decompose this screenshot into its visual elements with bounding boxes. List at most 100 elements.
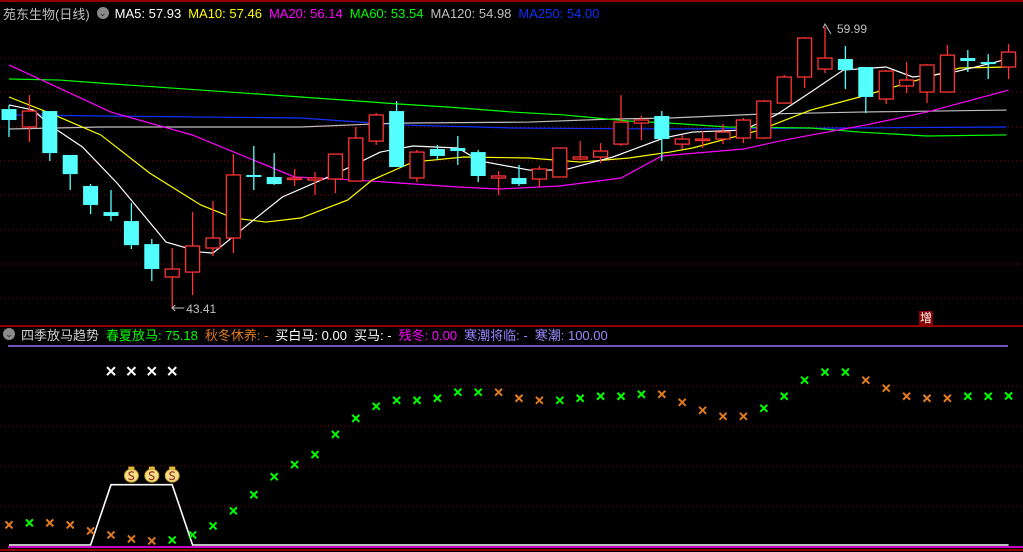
green-x-marker bbox=[25, 518, 34, 528]
candle-body bbox=[531, 168, 548, 180]
orange-x-marker bbox=[657, 390, 667, 399]
green-x-marker bbox=[433, 394, 442, 403]
chevron-down-icon[interactable]: ⌄ bbox=[3, 328, 15, 340]
ma10-legend: MA10: 57.46 bbox=[188, 5, 262, 21]
candle-body bbox=[1, 109, 17, 121]
candle-body bbox=[62, 154, 78, 175]
green-x-marker bbox=[453, 388, 463, 397]
candle-body bbox=[898, 79, 915, 87]
ma10-value: 57.46 bbox=[229, 5, 262, 21]
green-x-marker bbox=[188, 530, 197, 540]
ma5-label: MA5 bbox=[114, 5, 142, 21]
candle bbox=[919, 64, 935, 104]
chevron-down-icon[interactable]: ⌄ bbox=[96, 7, 109, 19]
green-x-marker bbox=[229, 506, 238, 516]
orange-x-marker bbox=[106, 530, 116, 540]
ma5-legend: MA5: 57.93 bbox=[114, 5, 182, 21]
candle bbox=[286, 169, 303, 186]
candle-body bbox=[960, 58, 976, 62]
candle-body bbox=[511, 178, 527, 185]
orange-x-marker bbox=[127, 534, 136, 544]
indicator-label: 春夏放马 bbox=[106, 327, 159, 343]
candle bbox=[878, 70, 894, 105]
orange-x-marker bbox=[535, 396, 544, 405]
green-x-marker bbox=[575, 394, 585, 403]
candle bbox=[960, 50, 976, 73]
candle-body bbox=[817, 57, 833, 70]
candle bbox=[939, 44, 956, 93]
indicator-header: ⌄ 四季放马趋势 春夏放马: 75.18 秋冬休养: - 买白马: 0.00 买… bbox=[3, 325, 615, 343]
ma120-label: MA120 bbox=[430, 5, 472, 21]
candle-body bbox=[266, 176, 282, 185]
green-x-marker bbox=[269, 472, 279, 481]
green-x-marker bbox=[371, 402, 381, 411]
candle-body bbox=[389, 111, 405, 167]
ma5-line bbox=[8, 58, 1007, 254]
indicator-value: - bbox=[264, 327, 269, 343]
white-x-marker bbox=[167, 366, 177, 376]
tag-badge[interactable]: 增 bbox=[919, 311, 933, 326]
candle-body bbox=[246, 174, 262, 177]
orange-x-marker bbox=[4, 520, 14, 530]
indicator-item: 春夏放马: 75.18 bbox=[106, 327, 198, 343]
candle-body bbox=[409, 151, 425, 179]
ma60-legend: MA60: 53.54 bbox=[349, 5, 424, 21]
candle bbox=[572, 141, 588, 161]
candle-body bbox=[83, 185, 99, 205]
high-arrow-icon bbox=[822, 22, 832, 35]
orange-x-marker bbox=[147, 536, 157, 546]
indicator-label: 残冬 bbox=[398, 327, 425, 343]
candle bbox=[164, 248, 180, 308]
candle-body bbox=[286, 177, 303, 181]
white-x-marker bbox=[147, 366, 157, 376]
candle-body bbox=[654, 115, 670, 140]
candle bbox=[389, 101, 405, 167]
candle-body bbox=[796, 37, 813, 78]
candle-body bbox=[694, 138, 711, 142]
chart-canvas: 59.99 43.41 bbox=[0, 0, 1023, 551]
candle-body bbox=[633, 119, 650, 124]
candle bbox=[307, 172, 323, 195]
ma250-value: 54.00 bbox=[566, 5, 600, 21]
green-x-marker bbox=[249, 490, 259, 499]
candle-body bbox=[205, 237, 221, 249]
orange-x-marker bbox=[902, 392, 911, 401]
green-x-marker bbox=[596, 392, 605, 401]
candle-body bbox=[674, 138, 690, 145]
green-x-marker bbox=[351, 414, 361, 423]
indicator-value: 100.00 bbox=[567, 327, 608, 343]
candle bbox=[83, 183, 99, 215]
candle-body bbox=[164, 268, 180, 278]
candle bbox=[776, 74, 792, 104]
green-x-marker bbox=[392, 396, 401, 405]
ma120-value: 54.98 bbox=[478, 5, 512, 21]
indicator-label: 买马 bbox=[353, 327, 380, 343]
green-x-marker bbox=[963, 392, 973, 401]
green-x-marker bbox=[800, 375, 809, 385]
candle bbox=[552, 147, 568, 178]
orange-x-marker bbox=[881, 384, 891, 393]
candle-body bbox=[592, 150, 609, 158]
indicator-item: 买白马: 0.00 bbox=[275, 327, 347, 343]
candle-body bbox=[327, 153, 344, 180]
candle bbox=[633, 115, 650, 141]
candle-body bbox=[429, 149, 445, 156]
candle-body bbox=[470, 152, 486, 176]
candle-body bbox=[572, 156, 588, 160]
money-bag-icon bbox=[164, 466, 180, 483]
orange-x-marker bbox=[86, 526, 95, 536]
candle-body bbox=[348, 137, 364, 182]
candle bbox=[409, 150, 425, 183]
green-x-marker bbox=[616, 392, 626, 401]
money-bag-icon bbox=[123, 466, 139, 483]
orange-x-marker bbox=[922, 394, 932, 403]
ma250-label: MA250 bbox=[518, 5, 560, 21]
indicator-item: 寒潮将临: - bbox=[464, 327, 528, 343]
candle bbox=[1, 104, 17, 137]
candle-body bbox=[837, 59, 853, 71]
candle-body bbox=[21, 110, 38, 128]
orange-x-marker bbox=[65, 520, 75, 530]
white-x-marker bbox=[126, 366, 137, 376]
candle bbox=[470, 150, 486, 183]
candle bbox=[225, 154, 242, 254]
